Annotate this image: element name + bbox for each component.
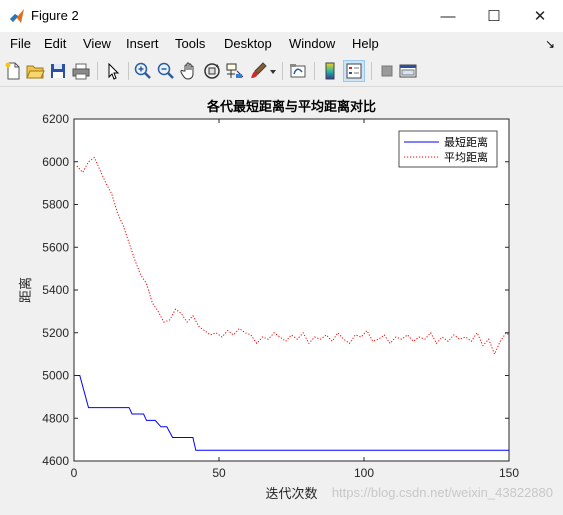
y-axis-label: 距离	[18, 277, 34, 303]
menu-help[interactable]: Help	[352, 36, 379, 51]
link-plot-icon[interactable]	[288, 61, 308, 81]
y-tick-label: 4600	[42, 454, 69, 468]
save-icon[interactable]	[48, 61, 68, 81]
menu-insert[interactable]: Insert	[126, 36, 159, 51]
menu-edit[interactable]: Edit	[44, 36, 66, 51]
minimize-button[interactable]: —	[425, 0, 471, 32]
toolbar-separator	[371, 62, 372, 80]
toolbar-separator	[314, 62, 315, 80]
hide-plot-tools-icon[interactable]	[377, 61, 397, 81]
y-tick-label: 5400	[42, 283, 69, 297]
legend-label: 最短距离	[444, 135, 488, 149]
menu-window[interactable]: Window	[289, 36, 335, 51]
toolbar-separator	[282, 62, 283, 80]
y-tick-label: 4800	[42, 411, 69, 425]
rotate-3d-icon[interactable]	[202, 61, 222, 81]
chart-title: 各代最短距离与平均距离对比	[206, 99, 376, 115]
y-tick-label: 5000	[42, 369, 69, 383]
zoom-out-icon[interactable]	[156, 61, 176, 81]
x-tick-label: 0	[71, 466, 78, 480]
zoom-in-icon[interactable]	[133, 61, 153, 81]
menu-tools[interactable]: Tools	[175, 36, 205, 51]
x-tick-label: 50	[212, 466, 226, 480]
menu-desktop[interactable]: Desktop	[224, 36, 272, 51]
open-file-icon[interactable]	[25, 61, 45, 81]
brush-dropdown-icon[interactable]	[268, 61, 288, 81]
select-cursor-icon[interactable]	[103, 61, 123, 81]
new-figure-icon[interactable]	[3, 61, 23, 81]
y-tick-label: 6000	[42, 155, 69, 169]
legend-icon[interactable]	[343, 60, 365, 82]
show-plot-tools-icon[interactable]	[398, 61, 418, 81]
y-tick-label: 5800	[42, 198, 69, 212]
menu-bar: File Edit View Insert Tools Desktop Wind…	[0, 32, 563, 56]
plot-area	[73, 118, 510, 462]
line-chart[interactable]: 各代最短距离与平均距离对比 4600 4800 5000 5200 5400 5600 580…	[0, 87, 563, 510]
figure-canvas: 各代最短距离与平均距离对比 4600 4800 5000 5200 5400 5600 580…	[0, 87, 563, 510]
legend-label: 平均距离	[444, 150, 488, 164]
x-tick-label: 150	[499, 466, 519, 480]
title-bar: Figure 2 — ☐ ✕	[0, 0, 563, 32]
figure-toolbar	[0, 56, 563, 87]
toolbar-separator	[97, 62, 98, 80]
print-icon[interactable]	[71, 61, 91, 81]
colorbar-icon[interactable]	[320, 61, 340, 81]
menu-file[interactable]: File	[10, 36, 31, 51]
y-tick-label: 5200	[42, 326, 69, 340]
x-tick-label: 100	[354, 466, 374, 480]
data-cursor-icon[interactable]	[225, 61, 245, 81]
x-axis-label: 迭代次数	[265, 486, 317, 502]
menu-overflow-arrow-icon[interactable]: ↘	[545, 37, 555, 51]
pan-hand-icon[interactable]	[179, 61, 199, 81]
brush-icon[interactable]	[248, 61, 268, 81]
y-tick-label: 5600	[42, 240, 69, 254]
toolbar-separator	[128, 62, 129, 80]
menu-view[interactable]: View	[83, 36, 111, 51]
matlab-logo-icon	[9, 8, 25, 24]
maximize-button[interactable]: ☐	[471, 0, 517, 32]
y-tick-label: 6200	[42, 112, 69, 126]
close-button[interactable]: ✕	[517, 0, 563, 32]
window-title: Figure 2	[31, 8, 79, 23]
watermark-text: https://blog.csdn.net/weixin_43822880	[332, 485, 553, 500]
